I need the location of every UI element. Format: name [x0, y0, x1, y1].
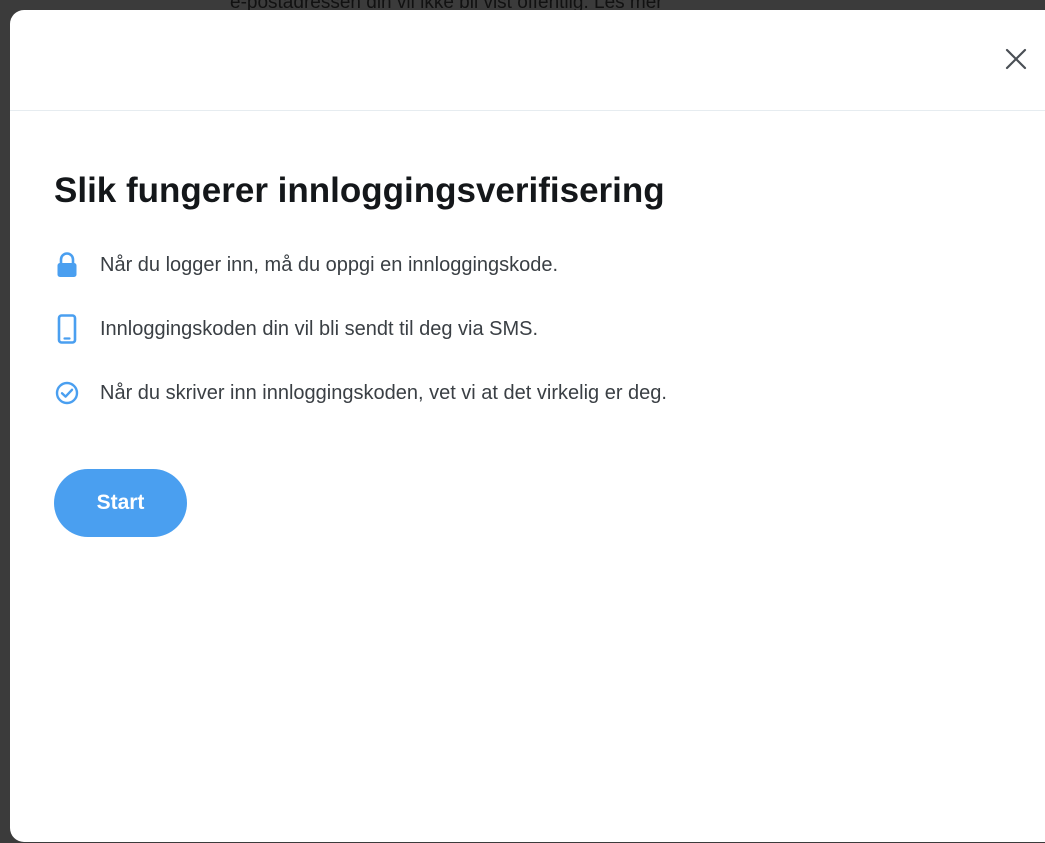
- check-circle-icon: [54, 380, 80, 406]
- close-icon: [1005, 48, 1027, 70]
- info-item-text: Innloggingskoden din vil bli sendt til d…: [100, 317, 539, 340]
- dialog-title: Slik fungerer innloggingsverifisering: [54, 171, 665, 210]
- dialog-body: Slik fungerer innloggingsverifisering Nå…: [10, 169, 1045, 537]
- dialog-header: [10, 10, 1045, 111]
- info-item-phone: Innloggingskoden din vil bli sendt til d…: [54, 297, 1045, 361]
- phone-icon: [54, 314, 80, 344]
- info-item-lock: Når du logger inn, må du oppgi en innlog…: [54, 233, 1045, 297]
- info-item-text: Når du skriver inn innloggingskoden, vet…: [100, 381, 667, 404]
- close-button[interactable]: [1001, 44, 1031, 74]
- info-item-text: Når du logger inn, må du oppgi en innlog…: [100, 253, 559, 276]
- login-verification-dialog: Slik fungerer innloggingsverifisering Nå…: [10, 10, 1045, 842]
- start-button[interactable]: Start: [54, 469, 187, 537]
- info-list: Når du logger inn, må du oppgi en innlog…: [54, 233, 1045, 425]
- lock-icon: [54, 252, 80, 278]
- info-item-verified: Når du skriver inn innloggingskoden, vet…: [54, 361, 1045, 425]
